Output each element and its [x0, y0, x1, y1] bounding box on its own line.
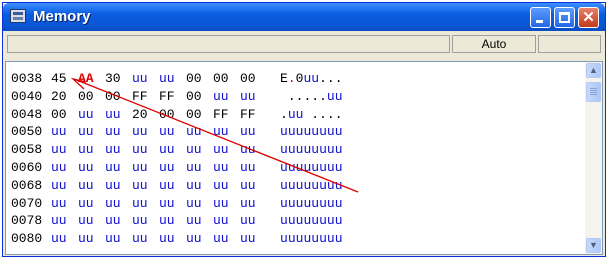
annotation-arrow-head	[70, 77, 87, 90]
annotation-arrow	[70, 77, 359, 193]
annotation-arrow-line	[73, 78, 359, 193]
